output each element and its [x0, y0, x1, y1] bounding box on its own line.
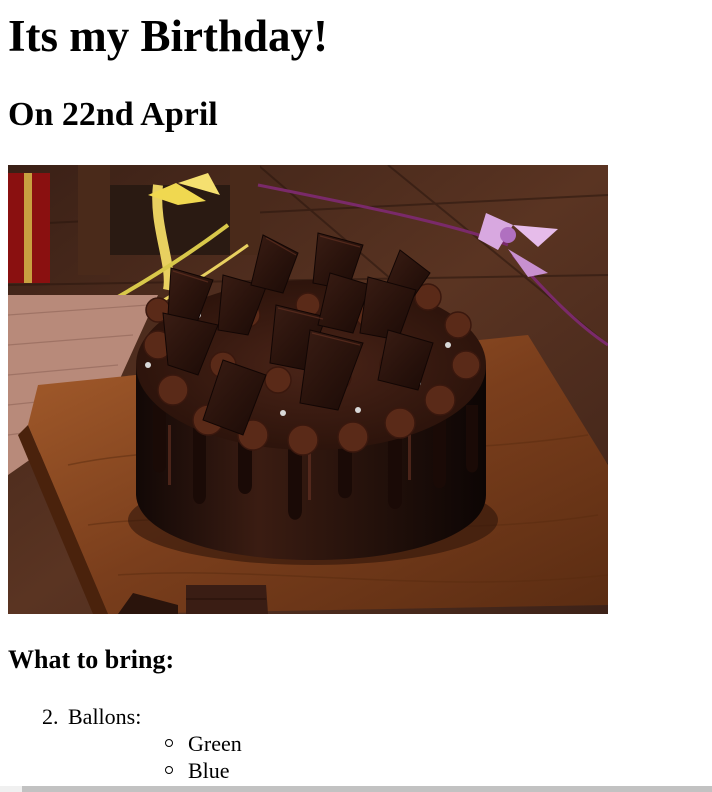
list-item-label: Ballons: — [68, 704, 142, 729]
sub-list: Green Blue — [68, 730, 242, 784]
page-subtitle: On 22nd April — [8, 96, 218, 133]
bring-heading: What to bring: — [8, 645, 175, 674]
bring-list: 2. Ballons: Green Blue — [8, 703, 242, 784]
sub-list-item-label: Blue — [188, 758, 230, 783]
sub-list-item: Blue — [68, 757, 242, 784]
circle-bullet-icon — [165, 739, 173, 747]
sub-list-item-label: Green — [188, 731, 242, 756]
horizontal-scrollbar[interactable] — [0, 786, 712, 792]
sub-list-item: Green — [68, 730, 242, 757]
chocolate-cake-image — [8, 165, 608, 614]
list-item: 2. Ballons: Green Blue — [8, 703, 242, 784]
list-item-number: 2. — [42, 704, 59, 729]
scrollbar-thumb[interactable] — [22, 786, 712, 792]
circle-bullet-icon — [165, 766, 173, 774]
page-title: Its my Birthday! — [8, 11, 329, 61]
